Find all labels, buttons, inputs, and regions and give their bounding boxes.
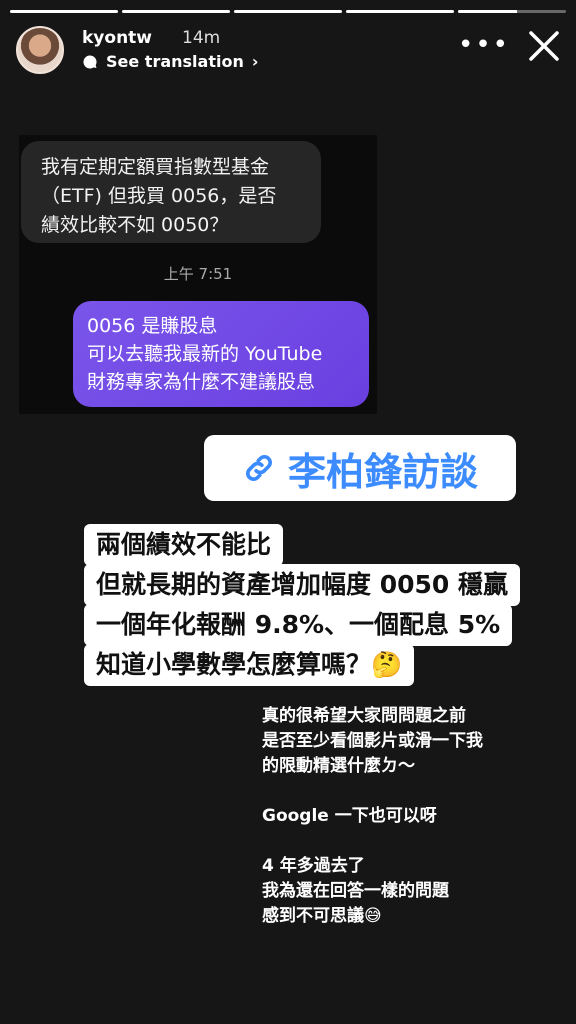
answer-line: 但就長期的資產增加幅度 0050 穩贏	[84, 564, 520, 606]
answer-line: 一個年化報酬 9.8%、一個配息 5%	[84, 604, 513, 646]
story-progress-bar	[10, 10, 566, 13]
incoming-message-text: 我有定期定額買指數型基金 （ETF) 但我買 0056，是否 績效比較不如 00…	[41, 156, 277, 236]
chat-screenshot: 我有定期定額買指數型基金 （ETF) 但我買 0056，是否 績效比較不如 00…	[19, 135, 377, 414]
answer-text-block: 兩個績效不能比 但就長期的資產增加幅度 0050 穩贏 一個年化報酬 9.8%、…	[84, 524, 520, 686]
link-sticker[interactable]: 李柏鋒訪談	[204, 435, 516, 501]
username[interactable]: kyontw	[82, 28, 152, 48]
link-sticker-label: 李柏鋒訪談	[287, 449, 478, 494]
progress-segment	[234, 10, 342, 13]
speech-bubble-icon	[83, 54, 97, 68]
story-caption: 真的很希望大家問問題之前 是否至少看個影片或滑一下我 的限動精選什麼ㄉ～ Goo…	[262, 706, 483, 926]
incoming-message-bubble: 我有定期定額買指數型基金 （ETF) 但我買 0056，是否 績效比較不如 00…	[21, 141, 321, 243]
see-translation-label: See translation	[106, 52, 244, 71]
avatar[interactable]	[16, 26, 64, 74]
outgoing-message-text: 0056 是賺股息 可以去聽我最新的 YouTube 財務專家為什麼不建議股息	[87, 315, 323, 393]
see-translation-button[interactable]: See translation ›	[82, 52, 258, 71]
story-header: kyontw 14m See translation › •••	[16, 26, 564, 74]
link-icon	[246, 455, 272, 481]
message-timestamp: 上午 7:51	[163, 265, 233, 283]
chevron-right-icon: ›	[251, 52, 259, 71]
outgoing-message-bubble: 0056 是賺股息 可以去聽我最新的 YouTube 財務專家為什麼不建議股息	[73, 301, 369, 407]
progress-segment-current	[458, 10, 566, 13]
answer-line: 兩個績效不能比	[84, 524, 284, 566]
progress-segment	[122, 10, 230, 13]
close-icon[interactable]	[524, 26, 564, 66]
progress-segment	[346, 10, 454, 13]
post-time: 14m	[182, 28, 221, 48]
answer-line: 知道小學數學怎麼算嗎？🤔	[84, 644, 415, 686]
progress-segment	[10, 10, 118, 13]
more-dots-icon[interactable]: •••	[458, 30, 510, 60]
